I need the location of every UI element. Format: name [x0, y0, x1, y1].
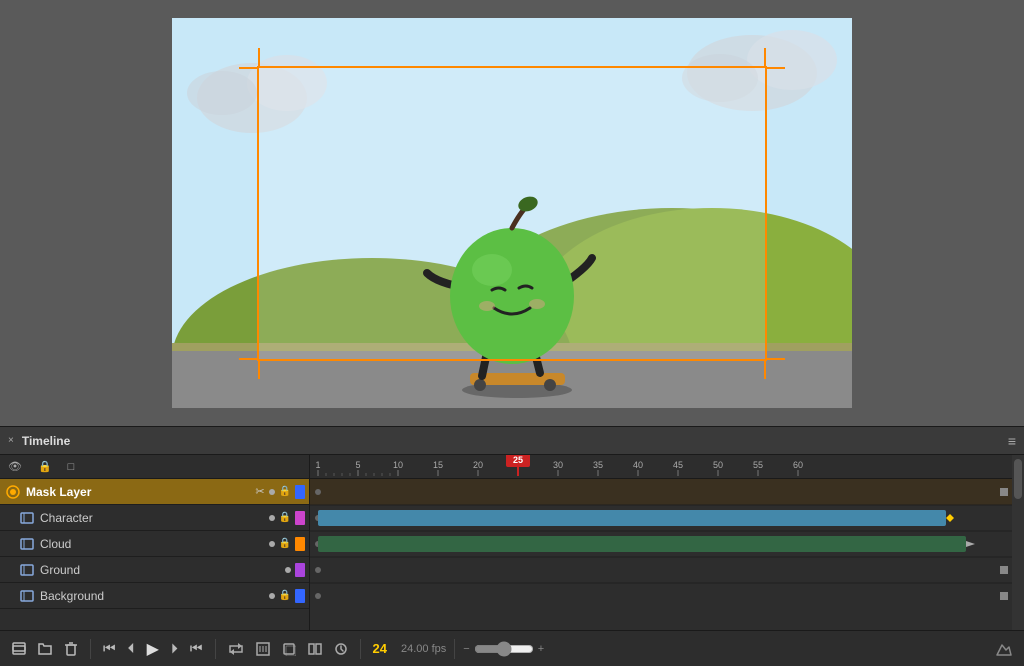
zoom-slider[interactable]	[474, 641, 534, 657]
layer-controls-row: 👁 🔒 □	[0, 455, 309, 479]
svg-text:40: 40	[633, 460, 643, 470]
preview-area	[0, 0, 1024, 426]
layers-panel: 👁 🔒 □ Mask Layer ✂ 🔒	[0, 455, 310, 630]
separator-1	[90, 639, 91, 659]
edit-multiple-frames-button[interactable]	[304, 640, 326, 658]
transport-bar: ⏮ ⏴ ▶ ⏵ ⏮ 24 24.00 fps − +	[0, 630, 1024, 666]
character-layer-icon	[18, 509, 36, 527]
cloud-layer-name: Cloud	[40, 537, 269, 551]
svg-text:30: 30	[553, 460, 563, 470]
tracks-panel[interactable]: 1 5 10 15 20 25 30	[310, 455, 1012, 630]
ground-layer-controls	[285, 563, 305, 577]
loop-toggle-button[interactable]	[224, 640, 248, 658]
snap-button[interactable]	[252, 640, 274, 658]
new-folder-button[interactable]	[34, 640, 56, 658]
mask-dot	[269, 489, 275, 495]
cloud-layer-icon	[18, 535, 36, 553]
svg-text:60: 60	[793, 460, 803, 470]
box-icon: □	[68, 461, 75, 473]
vertical-scrollbar[interactable]	[1012, 455, 1024, 630]
layer-row-cloud[interactable]: Cloud 🔒	[0, 531, 309, 557]
mask-layer-icon	[4, 483, 22, 501]
mask-layer-controls: ✂ 🔒	[255, 485, 305, 499]
separator-2	[215, 639, 216, 659]
ground-layer-name: Ground	[40, 563, 285, 577]
layer-row-character[interactable]: Character 🔒	[0, 505, 309, 531]
separator-4	[454, 639, 455, 659]
eye-icon: 👁	[8, 460, 22, 473]
scrollbar-thumb[interactable]	[1014, 459, 1022, 499]
timeline-panel: × Timeline ≡ 👁 🔒 □ Mask Layer ✂	[0, 426, 1024, 666]
onion-skin-button[interactable]	[278, 640, 300, 658]
svg-text:35: 35	[593, 460, 603, 470]
mountain-chart-button[interactable]	[992, 640, 1016, 658]
background-layer-name: Background	[40, 589, 269, 603]
timeline-close-button[interactable]: ×	[8, 435, 14, 446]
svg-text:45: 45	[673, 460, 683, 470]
cloud-dot	[269, 541, 275, 547]
ground-dot	[285, 567, 291, 573]
character-layer-name: Character	[40, 511, 269, 525]
scene-canvas	[172, 18, 852, 408]
svg-text:15: 15	[433, 460, 443, 470]
ruler-svg: 1 5 10 15 20 25 30	[310, 455, 1012, 476]
track-rows-container	[310, 479, 1012, 630]
timeline-header-left: × Timeline	[8, 434, 70, 448]
play-button[interactable]: ▶	[143, 637, 163, 661]
svg-text:20: 20	[473, 460, 483, 470]
svg-text:50: 50	[713, 460, 723, 470]
lock-icon: 🔒	[38, 460, 52, 473]
cloud-layer-controls: 🔒	[269, 537, 305, 551]
bg-color	[295, 589, 305, 603]
step-forward-button[interactable]: ⏵	[167, 638, 182, 659]
skip-to-start-button[interactable]: ⏮	[99, 638, 120, 659]
mask-lock-icon: 🔒	[279, 486, 291, 497]
sync-button[interactable]	[330, 640, 352, 658]
new-layer-button[interactable]	[8, 640, 30, 658]
zoom-out-icon: −	[463, 643, 469, 655]
bg-lock-icon: 🔒	[279, 590, 291, 601]
timeline-body: 👁 🔒 □ Mask Layer ✂ 🔒	[0, 455, 1024, 630]
background-layer-icon	[18, 587, 36, 605]
bg-dot	[269, 593, 275, 599]
ground-layer-icon	[18, 561, 36, 579]
ground-color	[295, 563, 305, 577]
current-frame-display: 24	[369, 641, 391, 656]
svg-text:10: 10	[393, 460, 403, 470]
mask-color	[295, 485, 305, 499]
layer-row-background[interactable]: Background 🔒	[0, 583, 309, 609]
mask-layer-name: Mask Layer	[26, 485, 255, 499]
svg-text:25: 25	[513, 455, 523, 465]
track-rows-svg	[310, 479, 1012, 609]
zoom-in-icon: +	[538, 643, 544, 655]
svg-text:1: 1	[315, 460, 320, 470]
right-icons	[992, 640, 1016, 658]
step-back-button[interactable]: ⏴	[124, 638, 139, 659]
cloud-color	[295, 537, 305, 551]
tracks-outer: 1 5 10 15 20 25 30	[310, 455, 1024, 630]
separator-3	[360, 639, 361, 659]
background-layer-controls: 🔒	[269, 589, 305, 603]
delete-layer-button[interactable]	[60, 640, 82, 658]
timeline-menu-button[interactable]: ≡	[1008, 433, 1016, 449]
character-dot	[269, 515, 275, 521]
layer-row-mask[interactable]: Mask Layer ✂ 🔒	[0, 479, 309, 505]
timeline-header: × Timeline ≡	[0, 427, 1024, 455]
character-color	[295, 511, 305, 525]
fps-rate-display: 24.00 fps	[401, 643, 446, 655]
cloud-lock-icon: 🔒	[279, 538, 291, 549]
layer-row-ground[interactable]: Ground	[0, 557, 309, 583]
skip-to-end-button[interactable]: ⏮	[186, 638, 207, 659]
time-ruler: 1 5 10 15 20 25 30	[310, 455, 1012, 479]
svg-text:5: 5	[355, 460, 360, 470]
timeline-title: Timeline	[22, 434, 70, 448]
canvas-container	[172, 18, 852, 408]
mask-scissors-icon: ✂	[255, 485, 264, 498]
character-layer-controls: 🔒	[269, 511, 305, 525]
character-lock-icon: 🔒	[279, 512, 291, 523]
svg-text:55: 55	[753, 460, 763, 470]
